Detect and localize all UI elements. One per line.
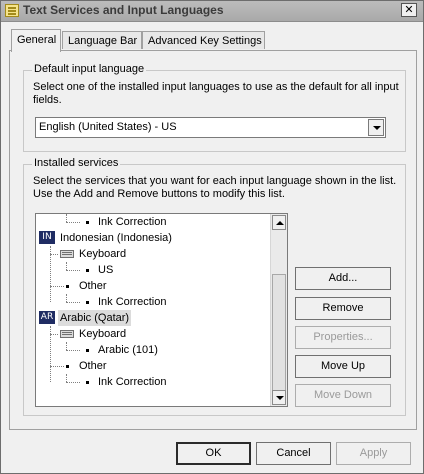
tree-item-label: Keyboard <box>79 328 127 340</box>
move-up-button[interactable]: Move Up <box>295 355 391 378</box>
default-input-language-group: Default input language Select one of the… <box>23 63 406 152</box>
tree-scrollbar[interactable] <box>270 214 287 406</box>
scroll-up-button[interactable] <box>272 215 286 230</box>
tree-item-label: Indonesian (Indonesia) <box>60 232 172 244</box>
keyboard-icon <box>60 330 74 338</box>
cancel-button[interactable]: Cancel <box>256 442 331 465</box>
add-button[interactable]: Add... <box>295 267 391 290</box>
bullet-icon <box>86 349 89 352</box>
tree-item[interactable]: Keyboard <box>36 326 271 342</box>
bullet-icon <box>86 221 89 224</box>
dialog-window: Text Services and Input Languages ✕ Gene… <box>0 0 424 474</box>
tree-item[interactable]: IN Indonesian (Indonesia) <box>36 230 271 246</box>
installed-services-group: Installed services Select the services t… <box>23 157 406 416</box>
chevron-down-icon <box>276 396 284 400</box>
default-language-select[interactable]: English (United States) - US <box>35 117 386 138</box>
bullet-icon <box>86 381 89 384</box>
installed-services-description-line2: Use the Add and Remove buttons to modify… <box>33 188 285 200</box>
scroll-thumb[interactable] <box>272 274 286 391</box>
tree-item[interactable]: Ink Correction <box>36 374 271 390</box>
tree-item-label: Keyboard <box>79 248 127 260</box>
default-language-description-line1: Select one of the installed input langua… <box>33 81 399 93</box>
scroll-down-button[interactable] <box>272 390 286 405</box>
ok-button[interactable]: OK <box>176 442 251 465</box>
bullet-icon <box>86 269 89 272</box>
chevron-down-icon <box>373 126 381 130</box>
properties-button[interactable]: Properties... <box>295 326 391 349</box>
tree-item-label: Arabic (101) <box>98 344 158 356</box>
dropdown-button[interactable] <box>368 119 384 136</box>
bullet-icon <box>86 301 89 304</box>
tree-item-label: Ink Correction <box>98 376 167 388</box>
tree-item[interactable]: Ink Correction <box>36 214 271 230</box>
installed-services-description-line1: Select the services that you want for ea… <box>33 175 397 187</box>
close-icon[interactable]: ✕ <box>401 3 417 17</box>
tree-item-label: US <box>98 264 114 276</box>
window-title: Text Services and Input Languages <box>23 3 224 17</box>
tree-item-selected[interactable]: AR Arabic (Qatar) <box>36 310 271 326</box>
app-icon <box>5 4 19 17</box>
chevron-up-icon <box>276 221 284 225</box>
tree-item-label: Other <box>79 360 107 372</box>
remove-button[interactable]: Remove <box>295 297 391 320</box>
tree-item-label: Arabic (Qatar) <box>58 310 132 326</box>
bullet-icon <box>66 365 69 368</box>
tree-item[interactable]: Keyboard <box>36 246 271 262</box>
tree-item-label: Ink Correction <box>98 296 167 308</box>
tab-advanced-key-settings[interactable]: Advanced Key Settings <box>142 31 265 49</box>
tab-general[interactable]: General <box>11 29 61 52</box>
tab-language-bar[interactable]: Language Bar <box>62 31 142 49</box>
tree-item[interactable]: US <box>36 262 271 278</box>
language-badge-icon: IN <box>39 231 55 244</box>
tree-item[interactable]: Other <box>36 358 271 374</box>
bullet-icon <box>66 285 69 288</box>
keyboard-icon <box>60 250 74 258</box>
general-tab-panel: Default input language Select one of the… <box>9 50 417 430</box>
default-language-description-line2: fields. <box>33 94 62 106</box>
tree-item-label: Ink Correction <box>98 216 167 228</box>
tree-item[interactable]: Ink Correction <box>36 294 271 310</box>
installed-services-tree[interactable]: Ink Correction IN Indonesian (Indonesia)… <box>35 213 288 407</box>
installed-services-label: Installed services <box>32 157 121 169</box>
tree-item[interactable]: Arabic (101) <box>36 342 271 358</box>
default-language-value: English (United States) - US <box>39 121 177 133</box>
tree-item-label: Other <box>79 280 107 292</box>
apply-button[interactable]: Apply <box>336 442 411 465</box>
tree-item[interactable]: Other <box>36 278 271 294</box>
default-input-language-label: Default input language <box>32 63 147 75</box>
title-bar: Text Services and Input Languages ✕ <box>1 1 423 22</box>
move-down-button[interactable]: Move Down <box>295 384 391 407</box>
language-badge-icon: AR <box>39 311 55 324</box>
